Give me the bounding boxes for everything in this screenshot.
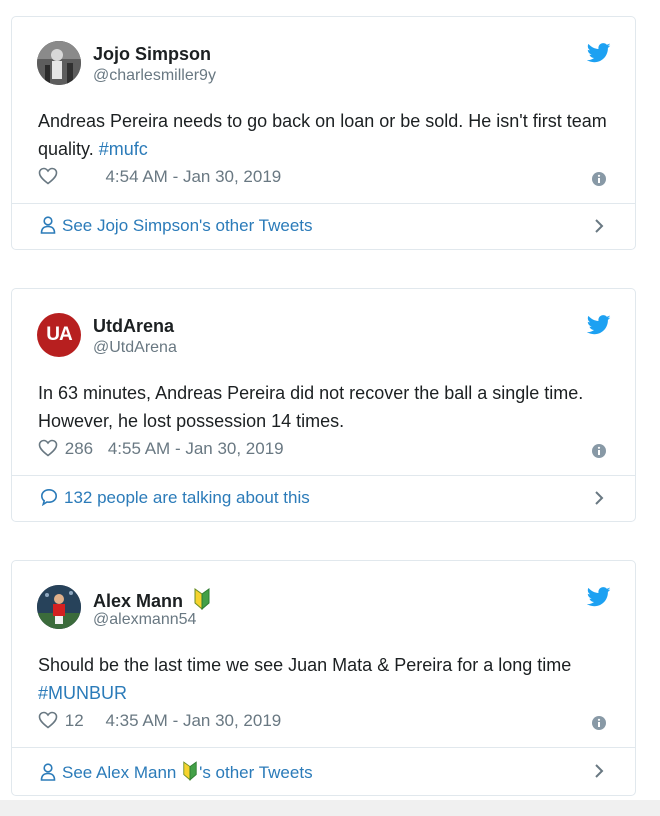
chevron-right-icon[interactable] bbox=[593, 218, 605, 234]
heart-icon[interactable] bbox=[38, 439, 58, 457]
heart-icon[interactable] bbox=[38, 167, 58, 185]
footer-link-text: See Jojo Simpson's other Tweets bbox=[62, 216, 313, 235]
twitter-bird-icon[interactable] bbox=[587, 587, 611, 607]
tweet-card: Jojo Simpson @charlesmiller9y Andreas Pe… bbox=[11, 16, 636, 250]
see-other-tweets-link[interactable]: See Jojo Simpson's other Tweets bbox=[40, 216, 313, 236]
tweet-text-main: In 63 minutes, Andreas Pereira did not r… bbox=[38, 383, 584, 431]
tweet-card: UA UtdArena @UtdArena In 63 minutes, And… bbox=[11, 288, 636, 522]
footer-link-text: 132 people are talking about this bbox=[64, 488, 310, 507]
info-icon[interactable] bbox=[592, 716, 606, 730]
beginner-badge-icon bbox=[183, 761, 197, 781]
footer-link-text-start: See Alex Mann bbox=[62, 763, 182, 782]
footer-link-text-end: 's other Tweets bbox=[199, 763, 313, 782]
author-handle[interactable]: @UtdArena bbox=[93, 339, 177, 357]
person-icon bbox=[40, 763, 56, 781]
twitter-bird-icon[interactable] bbox=[587, 43, 611, 63]
divider bbox=[12, 203, 635, 204]
tweet-text-main: Should be the last time we see Juan Mata… bbox=[38, 655, 572, 675]
hashtag-link[interactable]: #mufc bbox=[99, 139, 148, 159]
author-name[interactable]: Alex Mann bbox=[93, 591, 183, 611]
tweet-timestamp[interactable]: 4:55 AM - Jan 30, 2019 bbox=[108, 439, 284, 458]
tweet-text: Should be the last time we see Juan Mata… bbox=[38, 651, 608, 707]
divider bbox=[12, 747, 635, 748]
like-count: 286 bbox=[64, 439, 94, 458]
beginner-badge-icon bbox=[194, 588, 210, 610]
info-icon[interactable] bbox=[592, 172, 606, 186]
page-bottom-strip bbox=[0, 800, 660, 816]
tweet-card: Alex Mann @alexmann54 Should be the last… bbox=[11, 560, 636, 796]
person-icon bbox=[40, 216, 56, 234]
avatar-logo-text: UA bbox=[46, 324, 72, 345]
author-handle[interactable]: @alexmann54 bbox=[93, 611, 196, 629]
tweet-meta: 4:54 AM - Jan 30, 2019 bbox=[38, 167, 281, 189]
tweet-meta: 286 4:55 AM - Jan 30, 2019 bbox=[38, 439, 284, 461]
tweet-text: Andreas Pereira needs to go back on loan… bbox=[38, 107, 608, 163]
heart-icon[interactable] bbox=[38, 711, 58, 729]
author-name-row: Jojo Simpson bbox=[93, 44, 211, 65]
author-handle[interactable]: @charlesmiller9y bbox=[93, 67, 216, 85]
chevron-right-icon[interactable] bbox=[593, 763, 605, 779]
conversation-link[interactable]: 132 people are talking about this bbox=[40, 488, 310, 508]
tweet-text: In 63 minutes, Andreas Pereira did not r… bbox=[38, 379, 608, 435]
avatar[interactable]: UA bbox=[37, 313, 81, 357]
avatar[interactable] bbox=[37, 585, 81, 629]
comment-icon bbox=[40, 488, 58, 507]
info-icon[interactable] bbox=[592, 444, 606, 458]
tweet-timestamp[interactable]: 4:35 AM - Jan 30, 2019 bbox=[105, 711, 281, 730]
avatar[interactable] bbox=[37, 41, 81, 85]
divider bbox=[12, 475, 635, 476]
tweet-meta: 12 4:35 AM - Jan 30, 2019 bbox=[38, 711, 281, 733]
twitter-bird-icon[interactable] bbox=[587, 315, 611, 335]
like-count: 12 bbox=[64, 711, 84, 730]
tweet-timestamp[interactable]: 4:54 AM - Jan 30, 2019 bbox=[105, 167, 281, 186]
author-name[interactable]: UtdArena bbox=[93, 316, 174, 336]
chevron-right-icon[interactable] bbox=[593, 490, 605, 506]
author-name-row: UtdArena bbox=[93, 316, 174, 337]
hashtag-link[interactable]: #MUNBUR bbox=[38, 683, 127, 703]
see-other-tweets-link[interactable]: See Alex Mann 's other Tweets bbox=[40, 761, 313, 783]
author-name[interactable]: Jojo Simpson bbox=[93, 44, 211, 64]
author-name-row: Alex Mann bbox=[93, 588, 211, 612]
